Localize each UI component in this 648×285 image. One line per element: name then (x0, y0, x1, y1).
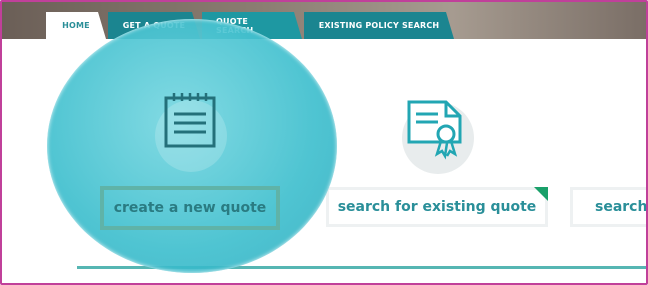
create-new-quote-label: create a new quote (113, 200, 267, 216)
tab-existing-policy-search[interactable]: EXISTING POLICY SEARCH (304, 12, 454, 39)
search-existing-quote-button[interactable]: search for existing quote (326, 187, 548, 227)
corner-flag (534, 187, 548, 201)
notepad-icon (164, 93, 216, 148)
search-existing-quote-label: search for existing quote (337, 199, 537, 215)
certificate-icon (407, 100, 462, 160)
create-new-quote-button[interactable]: create a new quote (100, 186, 280, 230)
search-policy-button[interactable]: search (570, 187, 648, 227)
top-banner: HOME GET A QUOTE QUOTE SEARCH EXISTING P… (2, 2, 646, 39)
search-policy-label: search (595, 199, 648, 215)
tab-home[interactable]: HOME (46, 12, 106, 39)
screenshot-frame: HOME GET A QUOTE QUOTE SEARCH EXISTING P… (0, 0, 648, 285)
